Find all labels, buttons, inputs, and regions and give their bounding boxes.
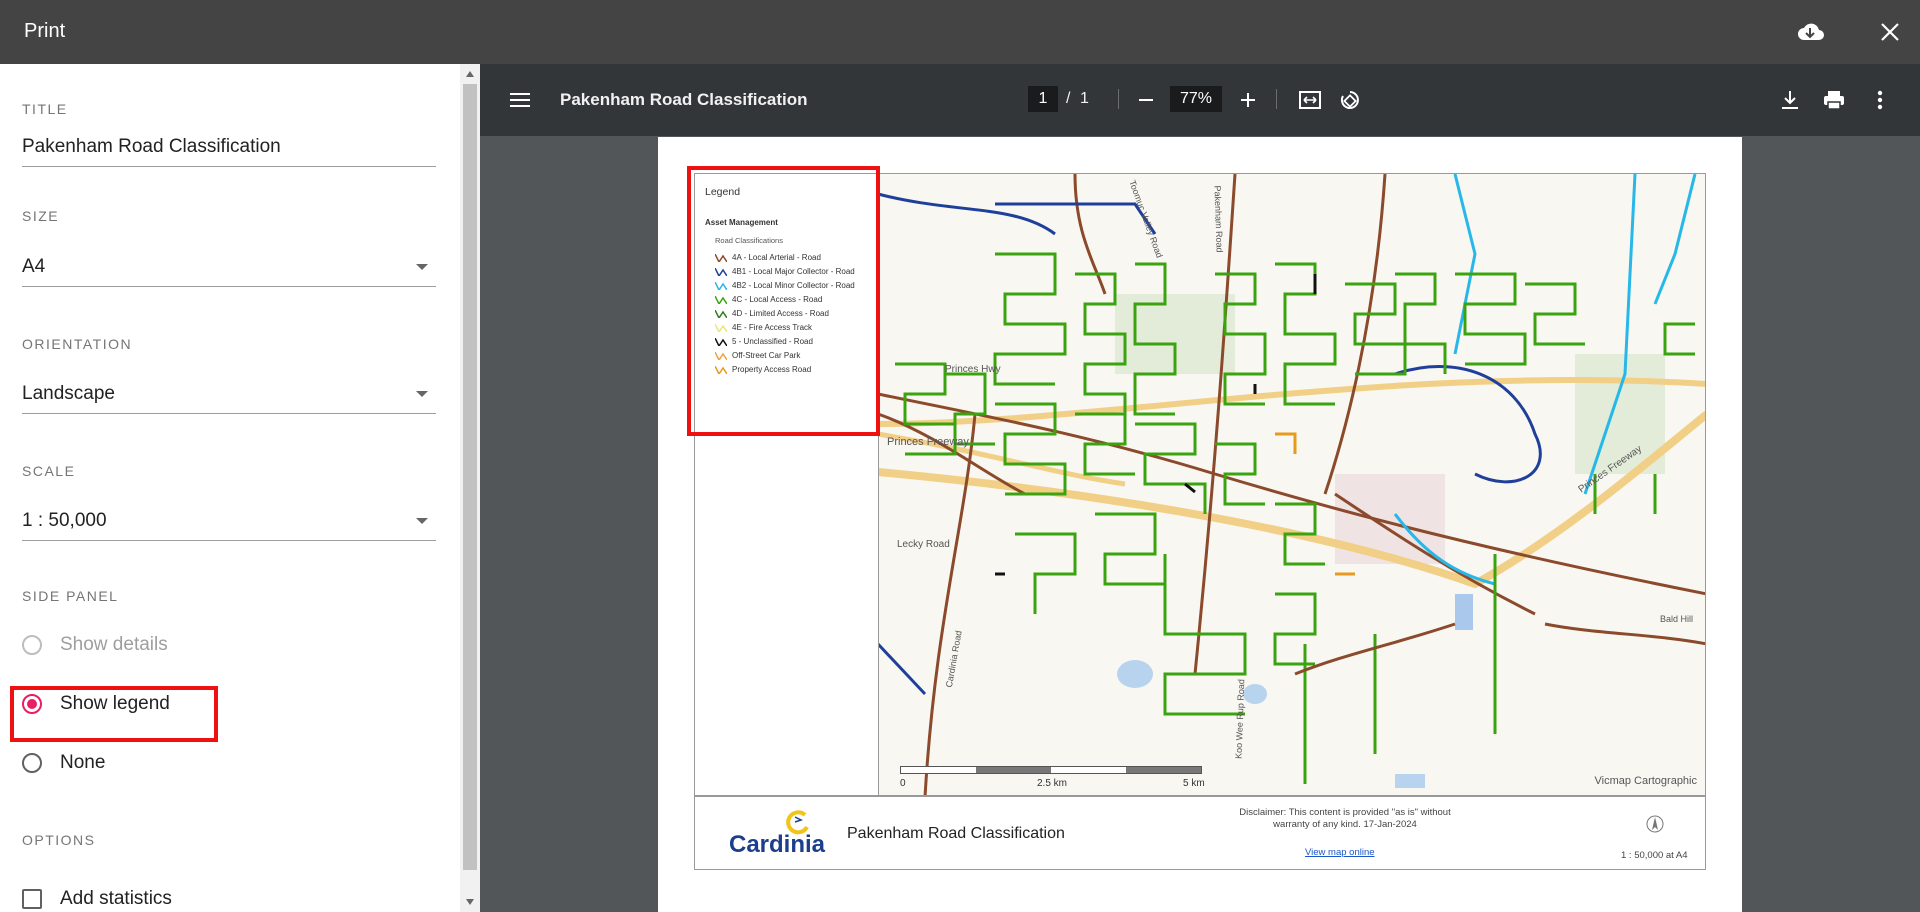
more-options-icon[interactable] bbox=[1866, 86, 1894, 114]
view-map-online-link[interactable]: View map online bbox=[1305, 847, 1375, 858]
download-cloud-icon[interactable] bbox=[1794, 16, 1826, 48]
radio-label: Show details bbox=[60, 634, 168, 655]
chevron-down-icon bbox=[416, 391, 428, 397]
highlight-box-legend bbox=[687, 166, 880, 436]
scale-bar bbox=[900, 766, 1202, 774]
scale-bar-label: 2.5 km bbox=[1037, 778, 1068, 789]
toolbar-divider bbox=[1118, 89, 1119, 109]
panel-scrollbar[interactable] bbox=[460, 64, 480, 912]
page-separator: / bbox=[1066, 90, 1071, 107]
map-label: Princes Freeway bbox=[887, 436, 969, 448]
footer-disclaimer: Disclaimer: This content is provided "as… bbox=[1239, 807, 1451, 830]
menu-icon[interactable] bbox=[506, 86, 534, 114]
zoom-out-icon[interactable] bbox=[1132, 86, 1160, 114]
footer-scale: 1 : 50,000 at A4 bbox=[1621, 850, 1688, 861]
highlight-box-show-legend bbox=[10, 686, 218, 742]
map-footer: Cardinia Pakenham Road Classification Di… bbox=[694, 796, 1706, 870]
add-statistics-checkbox[interactable]: Add statistics bbox=[22, 884, 172, 912]
size-label: SIZE bbox=[22, 208, 60, 224]
checkbox-label: Add statistics bbox=[60, 888, 172, 909]
options-label: OPTIONS bbox=[22, 832, 96, 848]
close-icon[interactable] bbox=[1874, 16, 1906, 48]
radio-show-details[interactable]: Show details bbox=[22, 630, 168, 660]
print-dialog-header: Print bbox=[0, 0, 1920, 64]
map-label: Lecky Road bbox=[897, 539, 950, 550]
page-number-input[interactable]: 1 bbox=[1028, 86, 1058, 112]
map-attribution: Vicmap Cartographic bbox=[1594, 775, 1697, 787]
chevron-down-icon bbox=[416, 518, 428, 524]
scale-value: 1 : 50,000 bbox=[22, 510, 107, 531]
scale-bar-label: 5 km bbox=[1183, 778, 1205, 789]
footer-title: Pakenham Road Classification bbox=[847, 825, 1065, 842]
checkbox-box bbox=[22, 889, 42, 909]
radio-none[interactable]: None bbox=[22, 748, 105, 778]
orientation-label: ORIENTATION bbox=[22, 336, 133, 352]
zoom-in-icon[interactable] bbox=[1234, 86, 1262, 114]
orientation-select[interactable]: Landscape bbox=[22, 375, 436, 414]
page-total: 1 bbox=[1080, 90, 1089, 107]
map-label: Princes Hwy bbox=[945, 364, 1001, 375]
north-arrow-icon bbox=[1646, 815, 1664, 833]
title-label: TITLE bbox=[22, 101, 68, 117]
scrollbar-thumb[interactable] bbox=[463, 84, 477, 870]
pdf-toolbar: Pakenham Road Classification 1 / 1 77% bbox=[480, 64, 1920, 136]
map-label: Bald Hill bbox=[1660, 614, 1694, 624]
print-icon[interactable] bbox=[1820, 86, 1848, 114]
rotate-icon[interactable] bbox=[1336, 86, 1364, 114]
orientation-value: Landscape bbox=[22, 383, 115, 404]
cardinia-logo-text: Cardinia bbox=[729, 831, 826, 858]
chevron-down-icon bbox=[416, 264, 428, 270]
toolbar-divider bbox=[1276, 89, 1277, 109]
title-input[interactable]: Pakenham Road Classification bbox=[22, 128, 436, 167]
size-value: A4 bbox=[22, 256, 46, 277]
pdf-doc-title: Pakenham Road Classification bbox=[560, 90, 808, 109]
fit-to-page-icon[interactable] bbox=[1296, 86, 1324, 114]
scale-label: SCALE bbox=[22, 463, 76, 479]
scroll-down-icon[interactable] bbox=[460, 894, 480, 910]
side-panel-label: SIDE PANEL bbox=[22, 588, 119, 604]
radio-circle bbox=[22, 753, 42, 773]
download-icon[interactable] bbox=[1776, 86, 1804, 114]
scale-bar-label: 0 bbox=[900, 778, 906, 789]
dialog-title: Print bbox=[24, 20, 66, 42]
size-select[interactable]: A4 bbox=[22, 248, 436, 287]
radio-label: None bbox=[60, 752, 106, 773]
scale-select[interactable]: 1 : 50,000 bbox=[22, 502, 436, 541]
radio-circle bbox=[22, 635, 42, 655]
zoom-input[interactable]: 77% bbox=[1170, 86, 1222, 112]
print-settings-panel: TITLE Pakenham Road Classification SIZE … bbox=[0, 64, 460, 912]
scroll-up-icon[interactable] bbox=[460, 66, 480, 82]
